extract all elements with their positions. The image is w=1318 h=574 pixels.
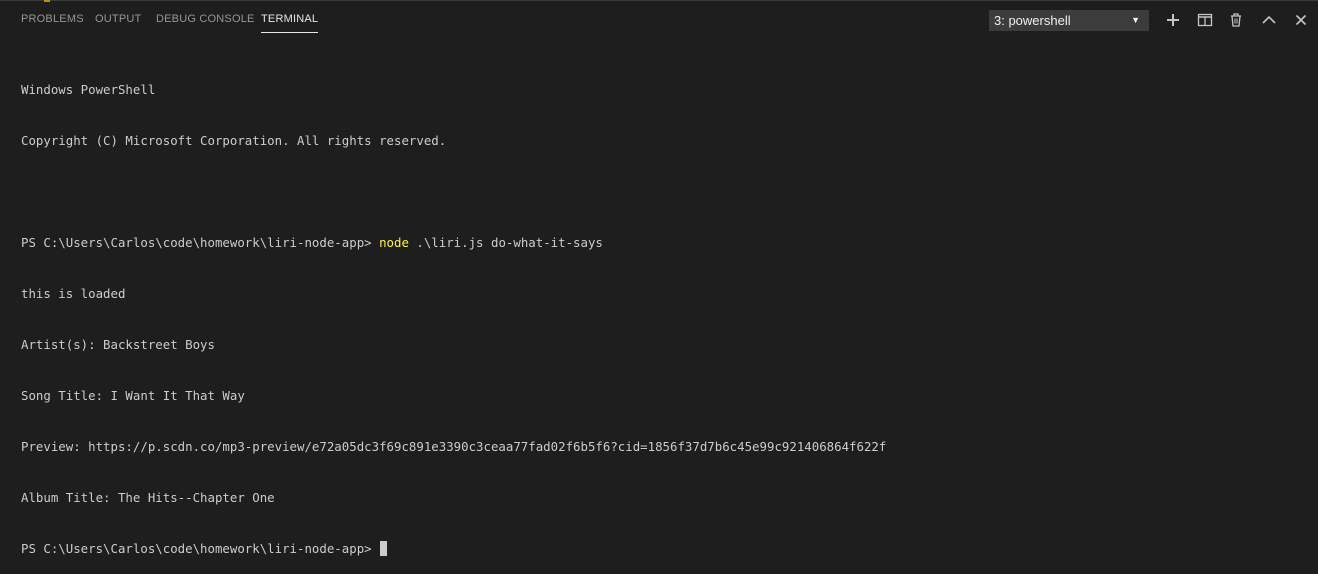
plus-icon [1167,14,1179,26]
terminal-select-value: 3: powershell [994,13,1071,28]
tab-terminal[interactable]: TERMINAL [261,13,319,33]
terminal-line: Windows PowerShell [21,82,156,97]
terminal-line: Preview: https://p.scdn.co/mp3-preview/e… [21,439,887,454]
terminal-output[interactable]: Windows PowerShell Copyright (C) Microso… [21,47,1318,574]
tab-output[interactable]: OUTPUT [95,13,141,25]
terminal-input-line[interactable]: PS C:\Users\Carlos\code\homework\liri-no… [21,540,1318,557]
terminal-command-line: PS C:\Users\Carlos\code\homework\liri-no… [21,234,1318,251]
terminal-line: Album Title: The Hits--Chapter One [21,490,275,505]
close-icon [1295,14,1307,26]
terminal-select[interactable]: 3: powershell ▼ [989,10,1149,31]
tab-debug-console[interactable]: DEBUG CONSOLE [156,13,255,25]
panel-header: PROBLEMS OUTPUT DEBUG CONSOLE TERMINAL 3… [0,1,1318,39]
tab-terminal-label: TERMINAL [261,13,319,25]
terminal-line: Copyright (C) Microsoft Corporation. All… [21,133,447,148]
terminal-command-keyword: node [379,235,409,250]
split-terminal-button[interactable] [1196,11,1214,29]
terminal-line: this is loaded [21,286,126,301]
terminal-line: Song Title: I Want It That Way [21,388,245,403]
trash-icon [1231,13,1241,27]
close-panel-button[interactable] [1292,11,1310,29]
terminal-cursor [380,541,388,556]
tab-problems[interactable]: PROBLEMS [21,13,84,25]
terminal-prompt: PS C:\Users\Carlos\code\homework\liri-no… [21,235,380,250]
chevron-down-icon: ▼ [1131,15,1140,25]
terminal-prompt: PS C:\Users\Carlos\code\homework\liri-no… [21,541,380,556]
terminal-command-args: .\liri.js do-what-it-says [408,235,603,250]
tab-terminal-underline [261,32,319,33]
kill-terminal-button[interactable] [1227,11,1245,29]
chevron-up-icon [1262,15,1276,24]
new-terminal-button[interactable] [1164,11,1182,29]
terminal-line: Artist(s): Backstreet Boys [21,337,215,352]
split-icon [1197,13,1213,27]
maximize-panel-button[interactable] [1260,11,1278,29]
